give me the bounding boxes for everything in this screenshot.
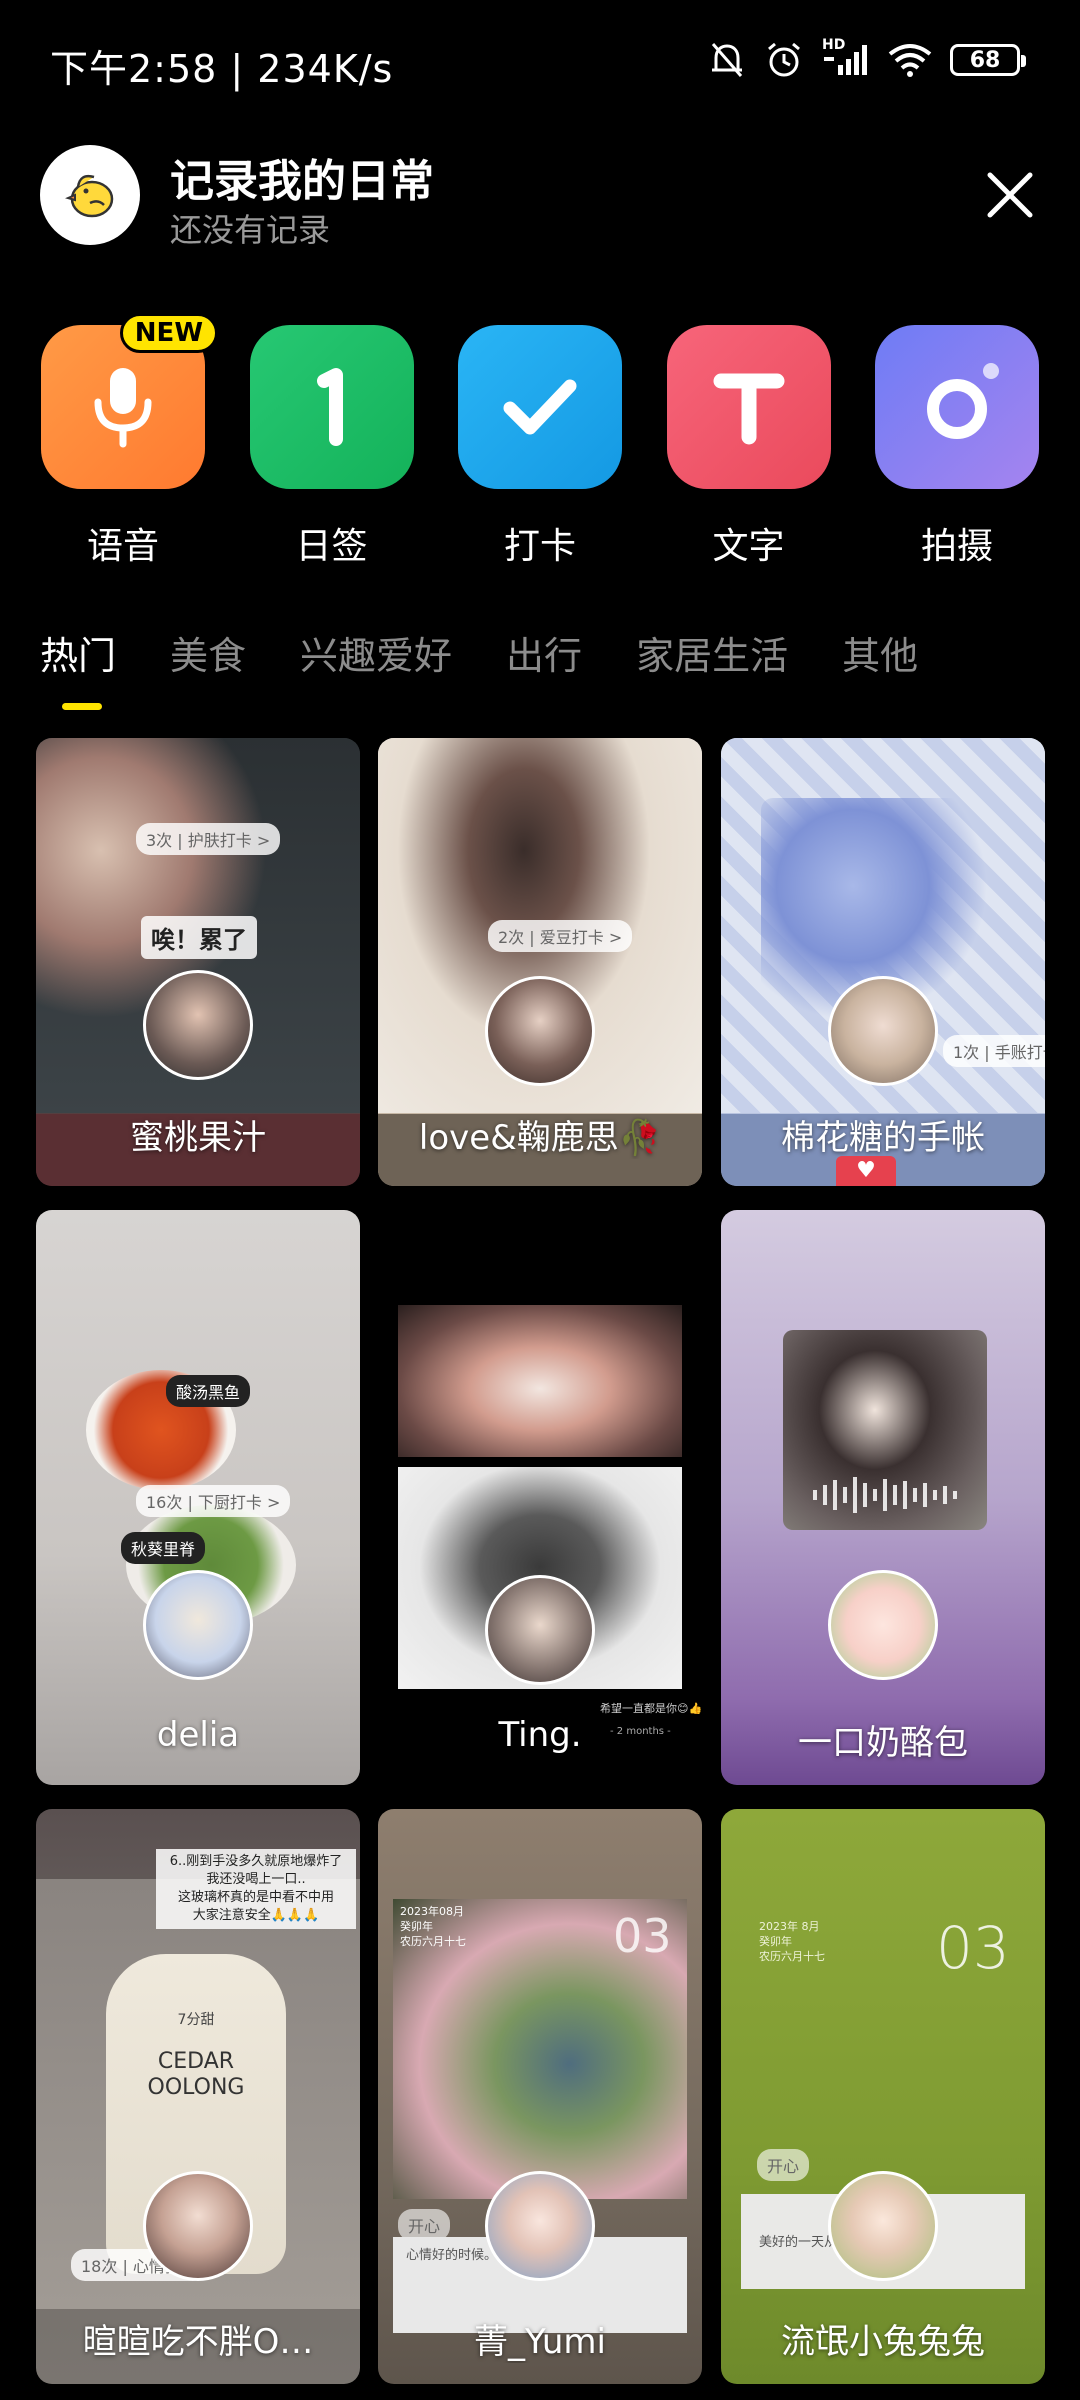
avatar [143, 970, 253, 1080]
page-title: 记录我的日常 [170, 156, 434, 207]
number-one-icon [316, 368, 343, 446]
card-name: 菁_Yumi [474, 2322, 606, 2362]
card-name: 暄暄吃不胖O… [82, 2322, 314, 2362]
bottle-brand: 7分甜 [177, 2012, 215, 2028]
avatar[interactable] [40, 145, 140, 245]
status-icons: HD 68 [708, 37, 1026, 80]
battery-icon: 68 [950, 44, 1026, 76]
avatar [485, 2171, 595, 2281]
checkin-pill: 16次 | 下厨打卡 > [136, 1485, 291, 1517]
card-name: Ting. [498, 1715, 582, 1755]
card-name: 蜜桃果汁 [130, 1118, 266, 1158]
tab-food[interactable]: 美食 [170, 625, 246, 705]
avatar [828, 2171, 938, 2281]
checkin-pill: 2次 | 爱豆打卡 > [488, 920, 633, 952]
date-block: 2023年 8月 癸卯年 农历六月十七 [759, 1920, 825, 1963]
card-name: delia [156, 1715, 240, 1755]
heart-icon: ♥ [836, 1156, 896, 1186]
action-label: 拍摄 [920, 526, 993, 567]
letter-t-icon [713, 373, 784, 445]
new-badge: NEW [119, 313, 218, 353]
action-label: 日签 [295, 526, 368, 567]
page-subtitle: 还没有记录 [170, 211, 331, 249]
checkmark-icon [503, 379, 577, 435]
card[interactable]: 2023年 8月 癸卯年 农历六月十七 03 开心 美好的一天从… 流氓小兔兔兔 [721, 1809, 1045, 2384]
daily-sign-tile[interactable] [249, 325, 414, 489]
mute-bell-icon [711, 43, 743, 77]
tab-hobbies[interactable]: 兴趣爱好 [300, 625, 452, 705]
status-bar: 下午2:58 | 234K/s HD 68 [0, 0, 1080, 130]
card[interactable]: 2次 | 爱豆打卡 > love&鞠鹿思🥀 [378, 738, 702, 1186]
action-row: NEW 语音 日签 打卡 文字 拍摄 [40, 313, 1040, 569]
checkin-tile[interactable] [458, 325, 622, 489]
avatar [143, 1570, 253, 1680]
action-daily-sign[interactable]: 日签 [249, 325, 415, 569]
header: 记录我的日常 还没有记录 [40, 145, 1040, 249]
tab-indicator [62, 703, 102, 710]
caption: 心情好的时候。 [406, 2248, 498, 2263]
caption: 唉！累了 [141, 916, 257, 959]
microphone-icon [94, 368, 152, 448]
status-time: 下午2:58 | 234K/s [50, 47, 394, 91]
shoot-tile[interactable] [875, 325, 1039, 489]
action-checkin[interactable]: 打卡 [457, 325, 623, 569]
checkin-pill: 3次 | 护肤打卡 > [136, 823, 281, 855]
tab-home-life[interactable]: 家居生活 [636, 625, 788, 705]
action-voice[interactable]: NEW 语音 [40, 313, 218, 569]
text-tile[interactable] [666, 325, 831, 489]
card-name: 流氓小兔兔兔 [781, 2322, 985, 2362]
action-text[interactable]: 文字 [666, 325, 832, 569]
action-label: 文字 [712, 526, 785, 567]
voice-wave-icon [813, 1477, 957, 1513]
action-shoot[interactable]: 拍摄 [874, 325, 1040, 569]
avatar [485, 1575, 595, 1685]
card-name: love&鞠鹿思🥀 [418, 1118, 662, 1158]
caption: 希望一直都是你😊👍 [600, 1702, 702, 1715]
mood-tag: 开心 [757, 2149, 810, 2181]
food-tag: 酸汤黑鱼 [166, 1375, 251, 1407]
avatar [485, 976, 595, 1086]
avatar [143, 2171, 253, 2281]
caption: 6..刚到手没多久就原地爆炸了 我还没喝上一口.. 这玻璃杯真的是中看不中用 大… [156, 1849, 356, 1929]
close-icon[interactable] [980, 165, 1040, 225]
card[interactable]: 3次 | 护肤打卡 > 唉！累了 蜜桃果汁 [36, 738, 360, 1186]
card-photo [398, 1305, 682, 1457]
action-label: 语音 [86, 526, 159, 567]
big-date: 03 [613, 1909, 672, 1963]
big-date: 03 [936, 1914, 1010, 1982]
tab-hot[interactable]: 热门 [40, 625, 116, 705]
card[interactable]: 7分甜 CEDAR OOLONG 6..刚到手没多久就原地爆炸了 我还没喝上一口… [36, 1809, 360, 2384]
avatar [828, 1570, 938, 1680]
wifi-icon [888, 44, 932, 77]
card[interactable]: 2023年08月 癸卯年 农历六月十七 03 开心 心情好的时候。 菁_Yumi [378, 1809, 702, 2384]
card[interactable]: 希望一直都是你😊👍 - 2 months - Ting. [378, 1210, 702, 1785]
bottle-label: CEDAR OOLONG [147, 2049, 245, 2100]
card-name: 棉花糖的手帐 [781, 1118, 985, 1158]
food-tag: 秋葵里脊 [121, 1532, 206, 1564]
card[interactable]: 一口奶酪包 [721, 1210, 1045, 1785]
card-name: 一口奶酪包 [798, 1723, 968, 1763]
card[interactable]: 1次 | 手账打卡 > 棉花糖的手帐 ♥ [721, 738, 1045, 1186]
action-label: 打卡 [503, 526, 576, 567]
chick-icon [65, 174, 114, 218]
camera-ring-icon [927, 363, 999, 439]
date-block: 2023年08月 癸卯年 农历六月十七 [400, 1905, 466, 1948]
checkin-pill: 1次 | 手账打卡 > [943, 1035, 1045, 1067]
avatar [828, 976, 938, 1086]
alarm-icon [768, 42, 800, 77]
tab-other[interactable]: 其他 [842, 625, 918, 705]
card-grid: 3次 | 护肤打卡 > 唉！累了 蜜桃果汁 2次 | 爱豆打卡 > love&鞠… [36, 738, 1046, 2400]
tab-travel[interactable]: 出行 [506, 625, 582, 705]
card[interactable]: 酸汤黑鱼 16次 | 下厨打卡 > 秋葵里脊 delia [36, 1210, 360, 1785]
category-tabs: 热门 美食 兴趣爱好 出行 家居生活 其他 [40, 625, 1060, 715]
signal-icon: HD [822, 37, 870, 77]
